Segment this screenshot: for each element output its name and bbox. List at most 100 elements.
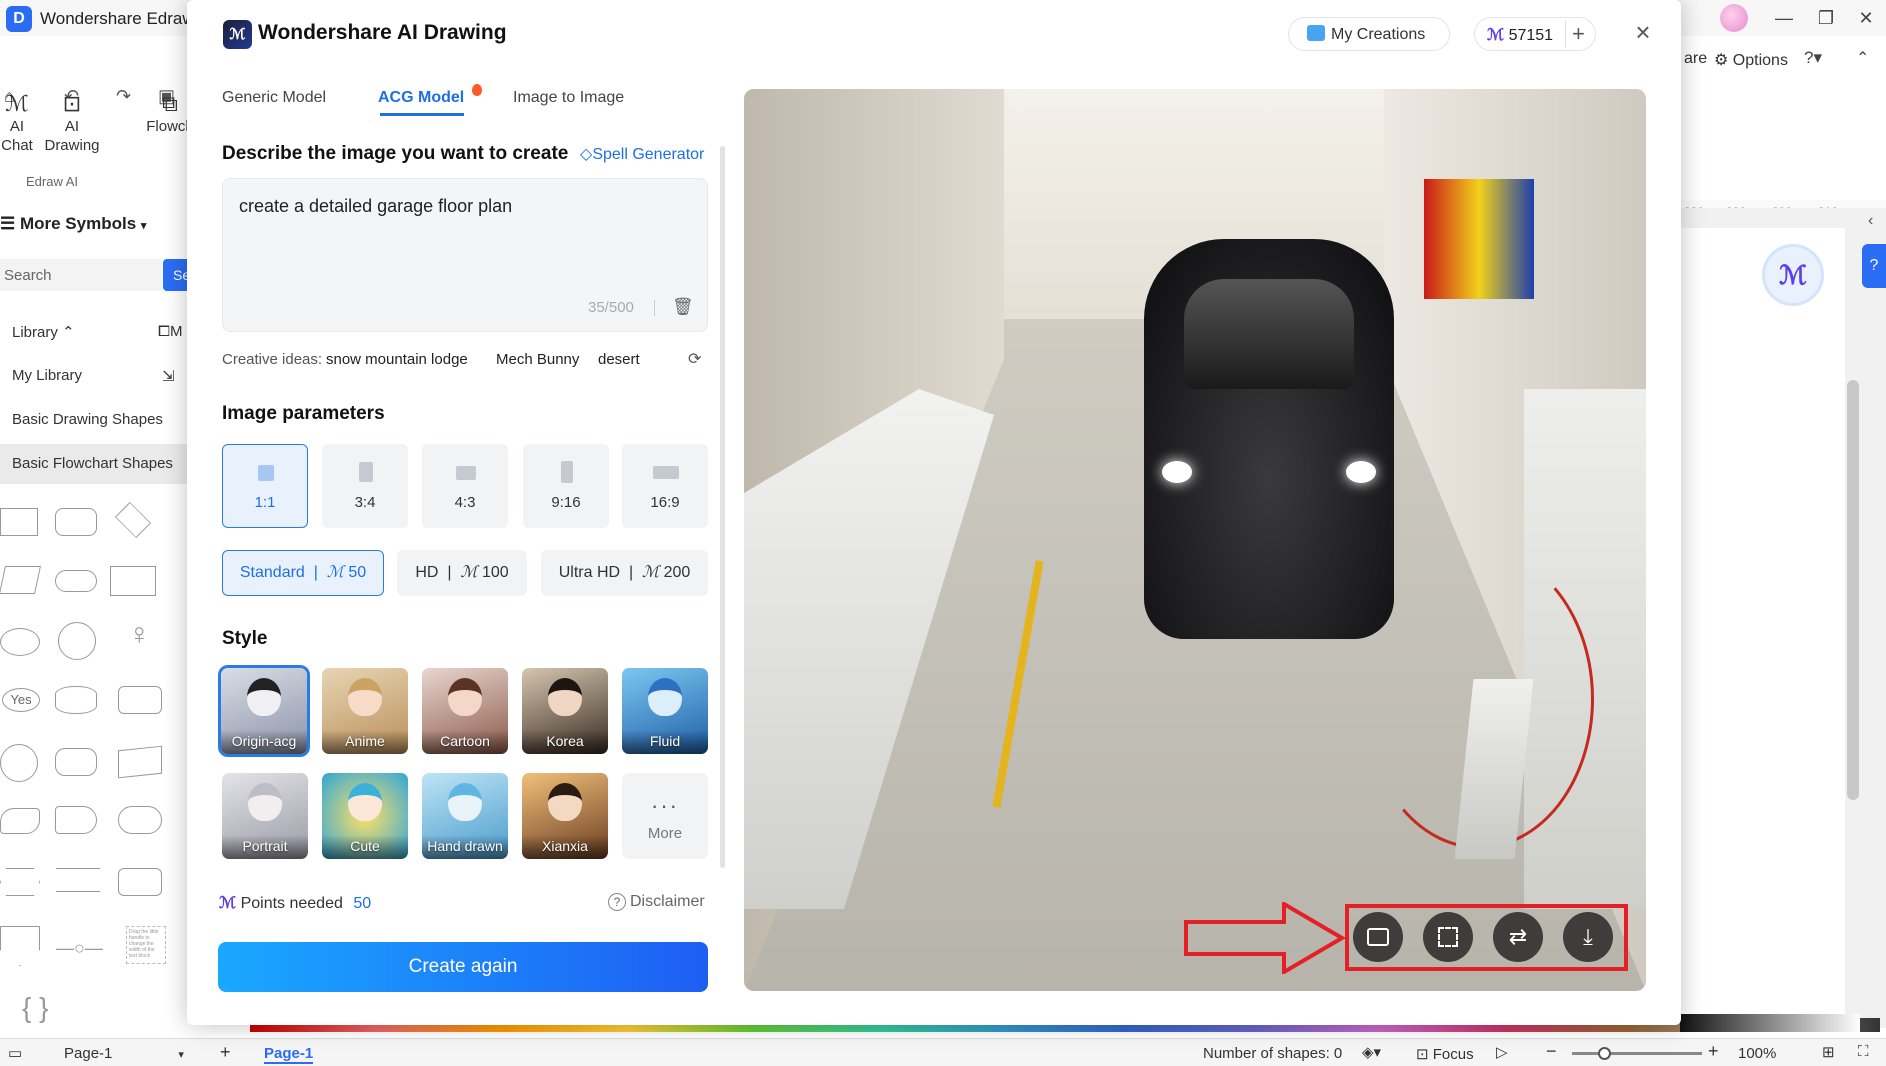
style-hand-drawn[interactable]: Hand drawn	[422, 773, 508, 859]
zoom-level[interactable]: 100%	[1738, 1045, 1776, 1062]
active-page-tab[interactable]: Page-1	[264, 1045, 314, 1064]
maximize-button[interactable]: ❐	[1806, 4, 1846, 32]
library-row[interactable]: Library ⌃ ⧠M	[0, 312, 190, 352]
shape-diamond[interactable]	[114, 501, 152, 539]
share-menu[interactable]: are	[1684, 50, 1707, 68]
page-panel-icon[interactable]: ▭	[8, 1044, 22, 1062]
grey-swatches[interactable]	[1680, 1014, 1860, 1032]
idea-desert[interactable]: desert	[598, 351, 640, 368]
ribbon-ai-drawing[interactable]: ⊡ AI Drawing	[42, 93, 102, 155]
zoom-out-icon[interactable]: −	[1546, 1041, 1557, 1062]
zoom-slider-thumb[interactable]	[1598, 1047, 1611, 1060]
style-xianxia[interactable]: Xianxia	[522, 773, 608, 859]
shape-terminator[interactable]	[55, 570, 97, 592]
shape-connector[interactable]: —○—	[56, 938, 103, 959]
focus-icon: ⊡	[1416, 1046, 1433, 1063]
collapse-panel-icon[interactable]: ‹	[1868, 212, 1873, 230]
create-again-button[interactable]: Create again	[218, 942, 708, 992]
more-symbols-header[interactable]: ☰ More Symbols ▾	[0, 214, 190, 244]
basic-drawing-shapes-row[interactable]: Basic Drawing Shapes	[0, 400, 190, 440]
manage-library-button[interactable]: ⧠M	[158, 323, 183, 340]
ratio-16-9[interactable]: 16:9	[622, 444, 708, 528]
chevron-down-icon: ▾	[140, 220, 147, 232]
my-library-row[interactable]: My Library ⇲	[0, 356, 190, 396]
style-cartoon[interactable]: Cartoon	[422, 668, 508, 754]
fullscreen-icon[interactable]: ⛶	[1858, 1043, 1869, 1060]
shape-manual-input[interactable]	[118, 745, 162, 779]
zoom-slider[interactable]	[1572, 1047, 1702, 1060]
trash-icon[interactable]: 🗑	[672, 297, 694, 317]
play-icon[interactable]: ▷	[1496, 1043, 1508, 1061]
settings-scrollbar[interactable]	[720, 146, 725, 868]
shape-preparation[interactable]	[0, 868, 40, 896]
avatar[interactable]	[1720, 4, 1748, 32]
layers-icon[interactable]: ◈▾	[1362, 1043, 1381, 1061]
shape-circle-2[interactable]	[0, 744, 38, 782]
focus-button[interactable]: ⊡ Focus	[1416, 1045, 1474, 1063]
ratio-1-1[interactable]: 1:1	[222, 444, 308, 528]
help-side-button[interactable]: ?	[1862, 244, 1886, 288]
shape-note[interactable]: Drag the little handle to change the wid…	[126, 926, 166, 964]
disclaimer-link[interactable]: ? Disclaimer	[608, 893, 705, 911]
add-page-icon[interactable]: +	[220, 1042, 231, 1063]
collapse-ribbon-icon[interactable]: ⌃	[1856, 48, 1869, 68]
help-icon[interactable]: ?▾	[1804, 48, 1822, 68]
options-menu[interactable]: ⚙ Options	[1714, 50, 1788, 70]
shape-rounded-2[interactable]	[118, 868, 162, 896]
ratio-3-4[interactable]: 3:4	[322, 444, 408, 528]
ribbon-ai-chat[interactable]: ℳ AI Chat	[0, 93, 34, 155]
tab-acg-model[interactable]: ACG Model	[378, 89, 464, 107]
close-dialog-button[interactable]: ×	[1627, 16, 1659, 48]
ratio-9-16[interactable]: 9:16	[523, 444, 609, 528]
zoom-in-icon[interactable]: +	[1708, 1041, 1719, 1062]
shape-ellipse[interactable]	[0, 628, 40, 656]
refresh-ideas-icon[interactable]: ⟳	[688, 349, 701, 369]
shape-card[interactable]	[118, 686, 162, 714]
page-selector[interactable]: Page-1 ▾	[64, 1045, 184, 1062]
quality-hd[interactable]: HD | ℳ 100	[397, 550, 527, 596]
prompt-text[interactable]: create a detailed garage floor plan	[239, 196, 512, 217]
shape-offpage[interactable]	[0, 926, 40, 966]
fit-page-icon[interactable]: ⊞	[1822, 1043, 1835, 1061]
vertical-scrollbar[interactable]	[1847, 380, 1859, 800]
style-more[interactable]: ··· More	[622, 773, 708, 859]
symbol-search-input[interactable]: Search	[0, 259, 162, 291]
add-points-button[interactable]: +	[1565, 21, 1585, 47]
shape-wave[interactable]	[0, 808, 40, 834]
minimize-button[interactable]: —	[1764, 4, 1804, 32]
idea-mech-bunny[interactable]: Mech Bunny	[496, 351, 579, 368]
quality-standard[interactable]: Standard | ℳ 50	[222, 550, 384, 596]
shape-delay[interactable]	[55, 806, 97, 834]
shape-brace[interactable]: { }	[22, 992, 48, 1024]
ai-assistant-icon[interactable]: ℳ	[1762, 244, 1824, 306]
shape-actor[interactable]: ♀	[128, 618, 151, 652]
shape-rectangle[interactable]	[0, 508, 38, 536]
idea-snow-mountain-lodge[interactable]: snow mountain lodge	[326, 351, 468, 368]
shape-rounded-rect[interactable]	[55, 508, 97, 536]
shape-circle[interactable]	[58, 622, 96, 660]
quality-ultra-hd[interactable]: Ultra HD | ℳ 200	[541, 550, 708, 596]
shape-lines[interactable]	[56, 868, 100, 892]
ratio-4-3[interactable]: 4:3	[422, 444, 508, 528]
style-portrait[interactable]: Portrait	[222, 773, 308, 859]
tab-generic-model[interactable]: Generic Model	[222, 89, 326, 107]
shape-display[interactable]	[118, 806, 162, 834]
spell-generator-link[interactable]: ◇Spell Generator	[580, 144, 704, 164]
canvas-area[interactable]	[1680, 228, 1845, 1018]
style-anime[interactable]: Anime	[322, 668, 408, 754]
style-fluid[interactable]: Fluid	[622, 668, 708, 754]
shape-yes-decision[interactable]: Yes	[2, 688, 40, 712]
style-origin-acg[interactable]: Origin-acg	[218, 665, 310, 757]
generated-image[interactable]	[744, 89, 1646, 991]
close-window-button[interactable]: ✕	[1846, 4, 1886, 32]
basic-flowchart-shapes-row[interactable]: Basic Flowchart Shapes	[0, 444, 190, 484]
shape-process[interactable]	[110, 566, 156, 596]
shape-parallelogram[interactable]	[0, 566, 41, 594]
my-creations-button[interactable]: My Creations	[1288, 17, 1450, 51]
shape-cylinder[interactable]	[55, 748, 97, 776]
import-icon[interactable]: ⇲	[162, 367, 175, 385]
style-korea[interactable]: Korea	[522, 668, 608, 754]
tab-image-to-image[interactable]: Image to Image	[513, 89, 624, 107]
style-cute[interactable]: Cute	[322, 773, 408, 859]
shape-database[interactable]	[55, 686, 97, 714]
